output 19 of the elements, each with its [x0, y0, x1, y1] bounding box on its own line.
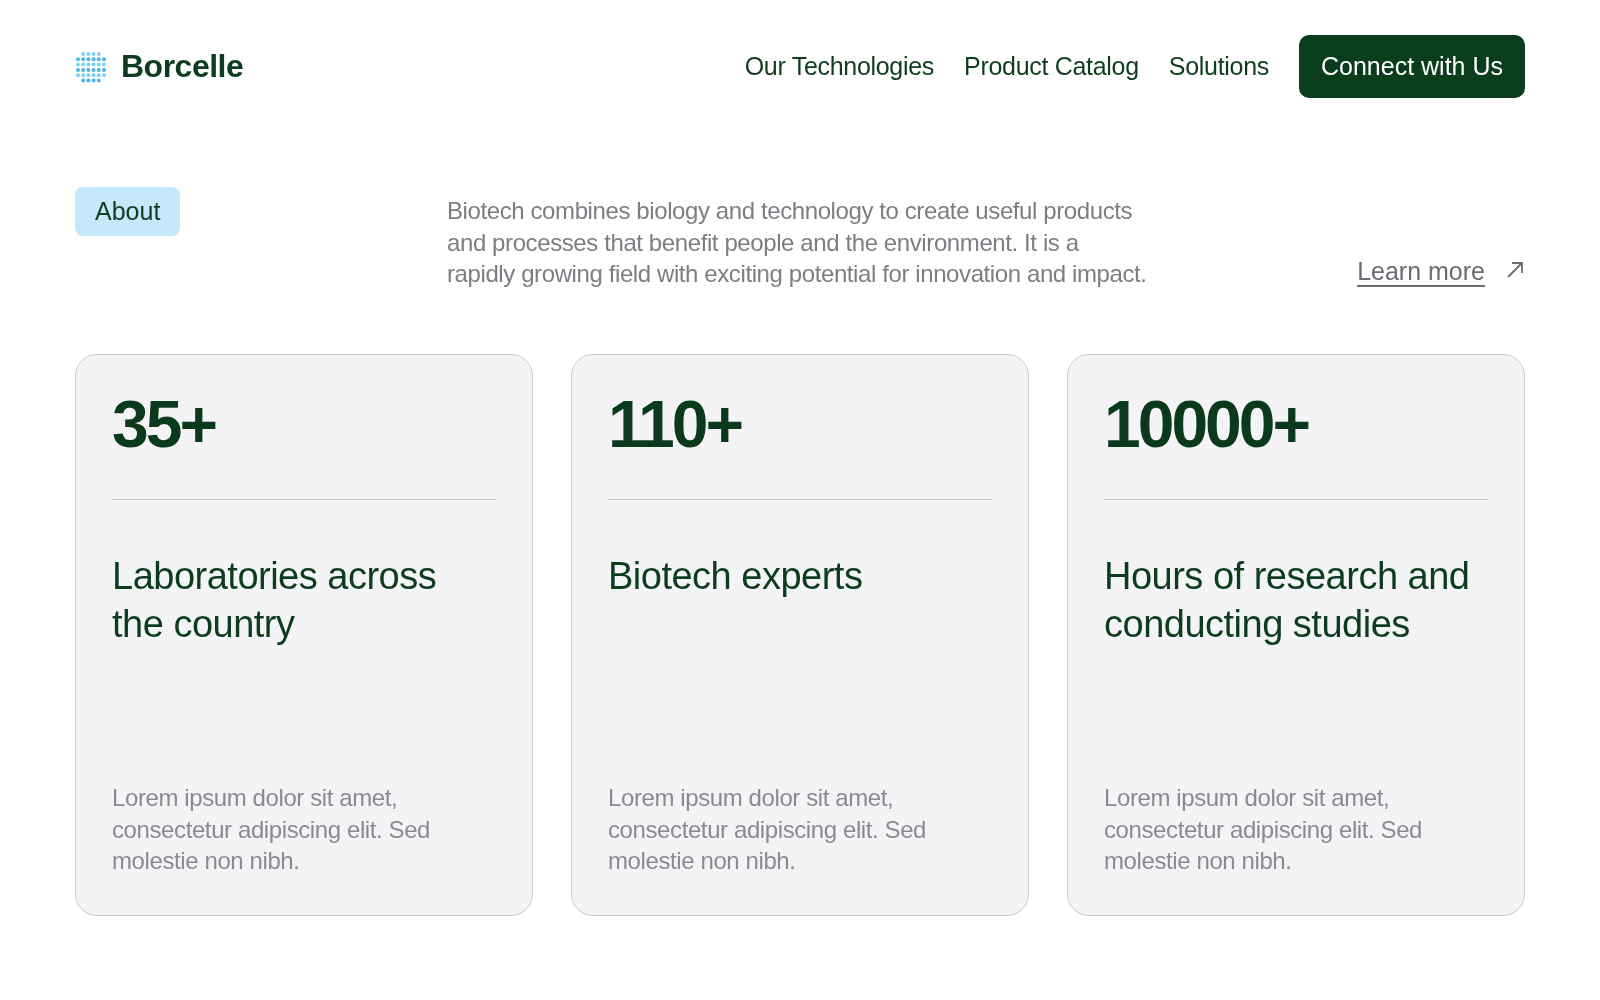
stat-description: Lorem ipsum dolor sit amet, consectetur adipiscing elit. Sed molestie non nibh.: [112, 783, 432, 876]
connect-button[interactable]: Connect with Us: [1298, 35, 1525, 98]
about-tag: About: [75, 187, 181, 236]
nav-link[interactable]: Our Technologies: [744, 52, 935, 81]
stat-title: Laboratories across the country: [112, 553, 438, 647]
brand-name: Borcelle: [121, 48, 244, 85]
stat-description: Lorem ipsum dolor sit amet, consectetur adipiscing elit. Sed molestie non nibh.: [608, 783, 928, 876]
stat-title: Biotech experts: [608, 553, 864, 599]
stat-value: 35+: [112, 390, 217, 457]
about-paragraph: Biotech combines biology and technology to create useful products and processes that benefit people and the environment. It is a rapidly growing field with exciting potential for innovation and impact.: [447, 196, 1147, 289]
arrow-icon: [1505, 259, 1525, 280]
nav-link[interactable]: Solutions: [1168, 52, 1269, 81]
nav-link[interactable]: Product Catalog: [964, 52, 1139, 81]
logo-icon: [75, 49, 107, 84]
stat-value: 10000+: [1104, 390, 1310, 457]
learn-more-link[interactable]: Learn more: [1357, 256, 1485, 286]
stat-value: 110+: [608, 390, 743, 457]
stat-title: Hours of research and conducting studies: [1104, 553, 1471, 647]
stat-description: Lorem ipsum dolor sit amet, consectetur adipiscing elit. Sed molestie non nibh.: [1104, 783, 1424, 876]
